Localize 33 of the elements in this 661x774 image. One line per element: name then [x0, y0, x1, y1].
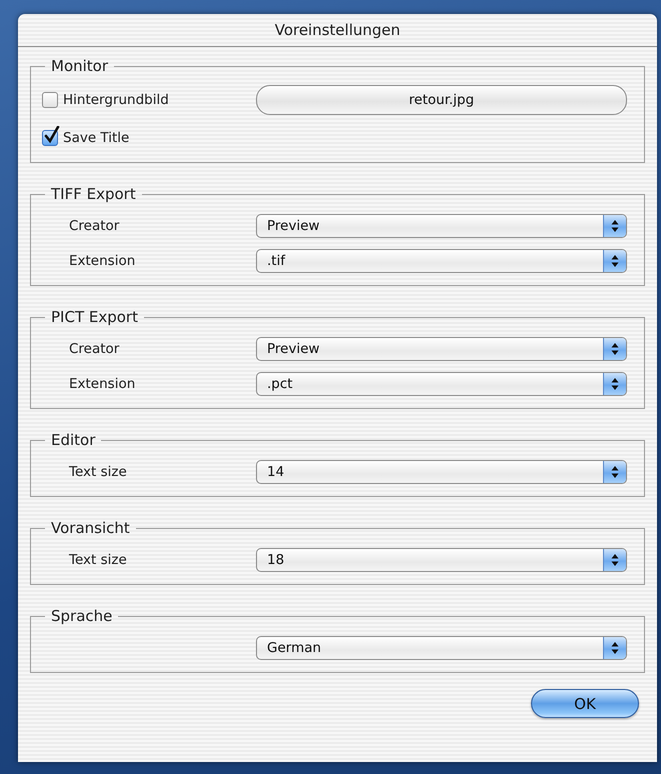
group-title: Sprache	[50, 607, 114, 625]
field-label: Creator	[68, 340, 120, 356]
checkbox-label[interactable]: Save Title	[63, 130, 130, 146]
up-down-arrows-icon	[611, 376, 619, 390]
checkmark-icon	[44, 126, 60, 144]
group-title: TIFF Export	[50, 185, 137, 203]
group-title: PICT Export	[50, 308, 139, 326]
popup-menu[interactable]: .pct	[256, 372, 627, 396]
field-label: Extension	[68, 376, 136, 392]
checkbox-label[interactable]: Hintergrundbild	[63, 92, 169, 108]
checkbox[interactable]	[42, 92, 58, 108]
up-down-arrows-icon	[611, 218, 619, 232]
popup-menu[interactable]: German	[256, 636, 627, 660]
window-title: Voreinstellungen	[18, 14, 657, 47]
field-label: Extension	[68, 252, 136, 268]
field-label: Text size	[68, 464, 128, 480]
up-down-arrows-icon	[611, 254, 619, 268]
up-down-arrows-icon	[611, 552, 619, 566]
field-label: Creator	[68, 218, 120, 234]
ok-button[interactable]: OK	[531, 689, 639, 718]
popup-menu[interactable]: 14	[256, 460, 627, 484]
popup-menu[interactable]: .tif	[256, 248, 627, 272]
popup-menu[interactable]: Preview	[256, 336, 627, 360]
group-title: Editor	[50, 431, 96, 449]
field-label: Text size	[68, 552, 128, 568]
up-down-arrows-icon	[611, 464, 619, 478]
group-title: Monitor	[50, 57, 110, 75]
up-down-arrows-icon	[611, 640, 619, 654]
up-down-arrows-icon	[611, 342, 619, 356]
popup-menu[interactable]: Preview	[256, 214, 627, 238]
group-title: Voransicht	[50, 519, 131, 537]
popup-menu[interactable]: 18	[256, 548, 627, 572]
file-button[interactable]: retour.jpg	[256, 85, 627, 115]
